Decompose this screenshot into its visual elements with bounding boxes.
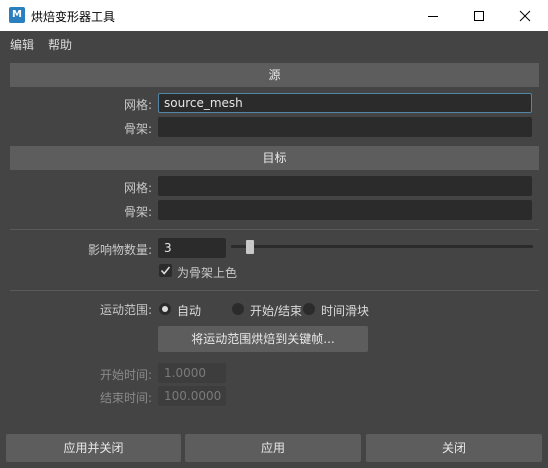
radio-auto[interactable] bbox=[159, 303, 171, 315]
maya-app-icon: M bbox=[9, 7, 25, 23]
radio-selected-dot bbox=[162, 306, 168, 312]
check-icon bbox=[160, 266, 171, 275]
color-skeleton-checkbox[interactable] bbox=[159, 264, 172, 277]
close-window-button[interactable] bbox=[502, 0, 548, 31]
source-section-header[interactable]: 源 bbox=[10, 63, 539, 87]
menu-bar: 编辑 帮助 bbox=[0, 31, 548, 55]
target-section-header[interactable]: 目标 bbox=[10, 146, 539, 170]
maximize-button[interactable] bbox=[456, 0, 502, 31]
close-button[interactable]: 关闭 bbox=[366, 434, 542, 462]
source-mesh-label: 网格: bbox=[123, 98, 152, 112]
bake-range-button[interactable]: 将运动范围烘焙到关键帧... bbox=[158, 326, 368, 352]
target-mesh-field[interactable] bbox=[158, 176, 532, 196]
color-skeleton-label: 为骨架上色 bbox=[177, 266, 238, 280]
influence-count-label: 影响物数量: bbox=[87, 243, 152, 257]
minimize-button[interactable] bbox=[410, 0, 456, 31]
title-bar: M 烘焙变形器工具 bbox=[0, 0, 548, 31]
close-icon bbox=[519, 10, 531, 21]
window-title: 烘焙变形器工具 bbox=[31, 10, 116, 24]
motion-range-label: 运动范围: bbox=[99, 303, 152, 317]
source-skeleton-field[interactable] bbox=[158, 117, 532, 137]
radio-time-slider[interactable] bbox=[303, 303, 315, 315]
minimize-icon bbox=[428, 15, 438, 17]
influence-slider-handle[interactable] bbox=[245, 240, 254, 254]
target-skeleton-label: 骨架: bbox=[123, 205, 152, 219]
maximize-icon bbox=[474, 10, 484, 21]
source-skeleton-label: 骨架: bbox=[123, 122, 152, 136]
menu-edit[interactable]: 编辑 bbox=[10, 36, 34, 53]
divider bbox=[10, 290, 539, 291]
start-time-label: 开始时间: bbox=[99, 368, 152, 382]
target-mesh-label: 网格: bbox=[123, 181, 152, 195]
target-skeleton-field[interactable] bbox=[158, 200, 532, 220]
radio-auto-label[interactable]: 自动 bbox=[177, 302, 201, 319]
end-time-field: 100.0000 bbox=[158, 386, 226, 406]
divider bbox=[10, 229, 539, 230]
apply-button[interactable]: 应用 bbox=[185, 434, 361, 462]
radio-time-slider-label[interactable]: 时间滑块 bbox=[321, 302, 369, 319]
menu-help[interactable]: 帮助 bbox=[48, 36, 72, 53]
start-time-field: 1.0000 bbox=[158, 363, 226, 383]
source-mesh-field[interactable]: source_mesh bbox=[158, 93, 532, 113]
radio-start-end-label[interactable]: 开始/结束 bbox=[250, 302, 302, 319]
apply-and-close-button[interactable]: 应用并关闭 bbox=[6, 434, 181, 462]
influence-slider-track[interactable] bbox=[231, 245, 533, 248]
end-time-label: 结束时间: bbox=[99, 391, 152, 405]
radio-start-end[interactable] bbox=[232, 303, 244, 315]
influence-count-field[interactable]: 3 bbox=[158, 238, 226, 258]
